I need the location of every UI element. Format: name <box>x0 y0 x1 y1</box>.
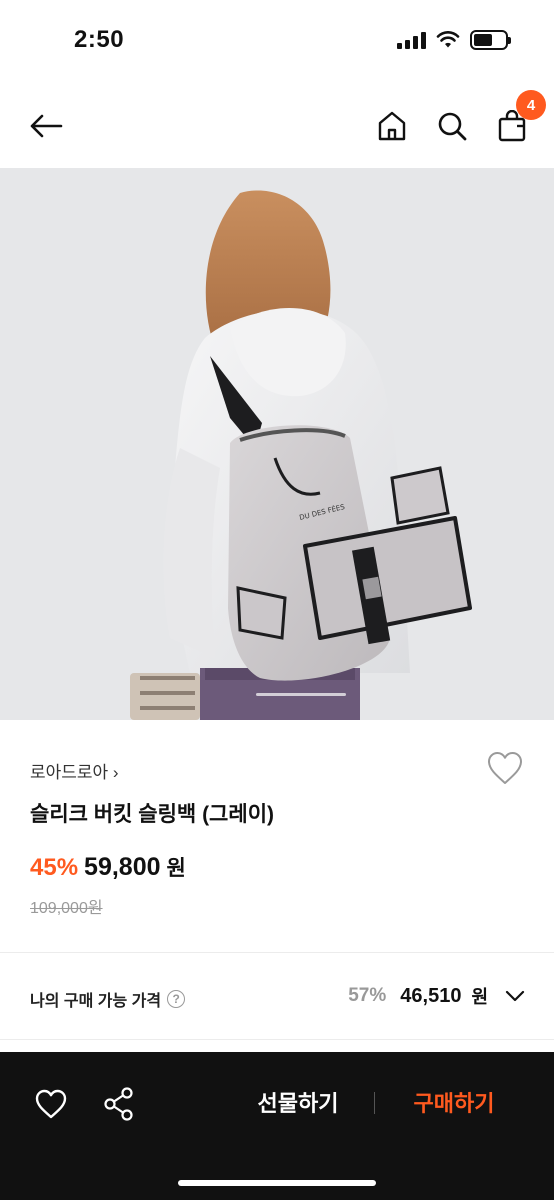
home-button[interactable] <box>374 106 410 146</box>
nav-actions: 4 <box>374 90 546 146</box>
bottom-bar-separator <box>374 1092 375 1114</box>
buy-button[interactable]: 구매하기 <box>392 1086 516 1122</box>
status-icons <box>397 30 511 50</box>
back-button[interactable] <box>26 106 66 146</box>
gift-button[interactable]: 선물하기 <box>236 1086 360 1122</box>
product-image[interactable]: DU DES FÉES <box>0 168 554 720</box>
status-time: 2:50 <box>74 26 125 53</box>
buyable-price-label: 나의 구매 가능 가격 ? <box>30 987 186 1011</box>
help-icon[interactable]: ? <box>167 990 186 1008</box>
heart-icon <box>488 752 522 784</box>
back-arrow-icon <box>30 114 63 138</box>
home-indicator <box>178 1180 376 1186</box>
buyable-discount: 57% <box>348 985 387 1006</box>
top-nav: 4 <box>0 82 554 168</box>
product-info: 로아드로아 › 슬리크 버킷 슬링백 (그레이) 45% 59,800 원 10… <box>0 720 554 952</box>
wifi-icon <box>436 31 460 48</box>
cellular-signal-icon <box>397 31 426 49</box>
cart-button[interactable]: 4 <box>494 90 546 146</box>
product-photo: DU DES FÉES <box>0 168 554 720</box>
wishlist-button[interactable] <box>486 750 524 786</box>
bottom-wishlist-button[interactable] <box>34 1088 68 1120</box>
home-icon <box>378 111 406 141</box>
buyable-unit: 원 <box>471 987 488 1007</box>
search-button[interactable] <box>434 106 470 146</box>
product-title: 슬리크 버킷 슬링백 (그레이) <box>30 803 275 826</box>
search-icon <box>438 112 467 141</box>
battery-icon <box>470 30 511 50</box>
bottom-action-bar: 선물하기 구매하기 <box>0 1052 554 1200</box>
price-row: 45% 59,800 원 <box>30 852 186 882</box>
image-pager-indicator <box>256 693 346 696</box>
share-button[interactable] <box>102 1086 136 1122</box>
my-buyable-price-row[interactable]: 나의 구매 가능 가격 ? 57% 46,510 원 <box>0 953 554 1039</box>
original-price: 109,000원 <box>30 900 103 917</box>
sale-price: 59,800 <box>84 853 161 881</box>
chevron-down-icon[interactable] <box>504 985 526 1007</box>
cart-count-badge: 4 <box>516 90 546 120</box>
brand-link[interactable]: 로아드로아 › <box>30 758 119 783</box>
status-bar: 2:50 <box>0 0 554 82</box>
share-icon <box>104 1087 133 1121</box>
discount-rate: 45% <box>30 854 79 881</box>
price-unit: 원 <box>166 857 186 880</box>
divider <box>0 1039 554 1040</box>
buyable-price-value: 57% 46,510 원 <box>348 983 526 1009</box>
buyable-label-text: 나의 구매 가능 가격 <box>30 993 162 1010</box>
buyable-price: 46,510 <box>400 984 462 1007</box>
heart-icon <box>35 1089 67 1119</box>
